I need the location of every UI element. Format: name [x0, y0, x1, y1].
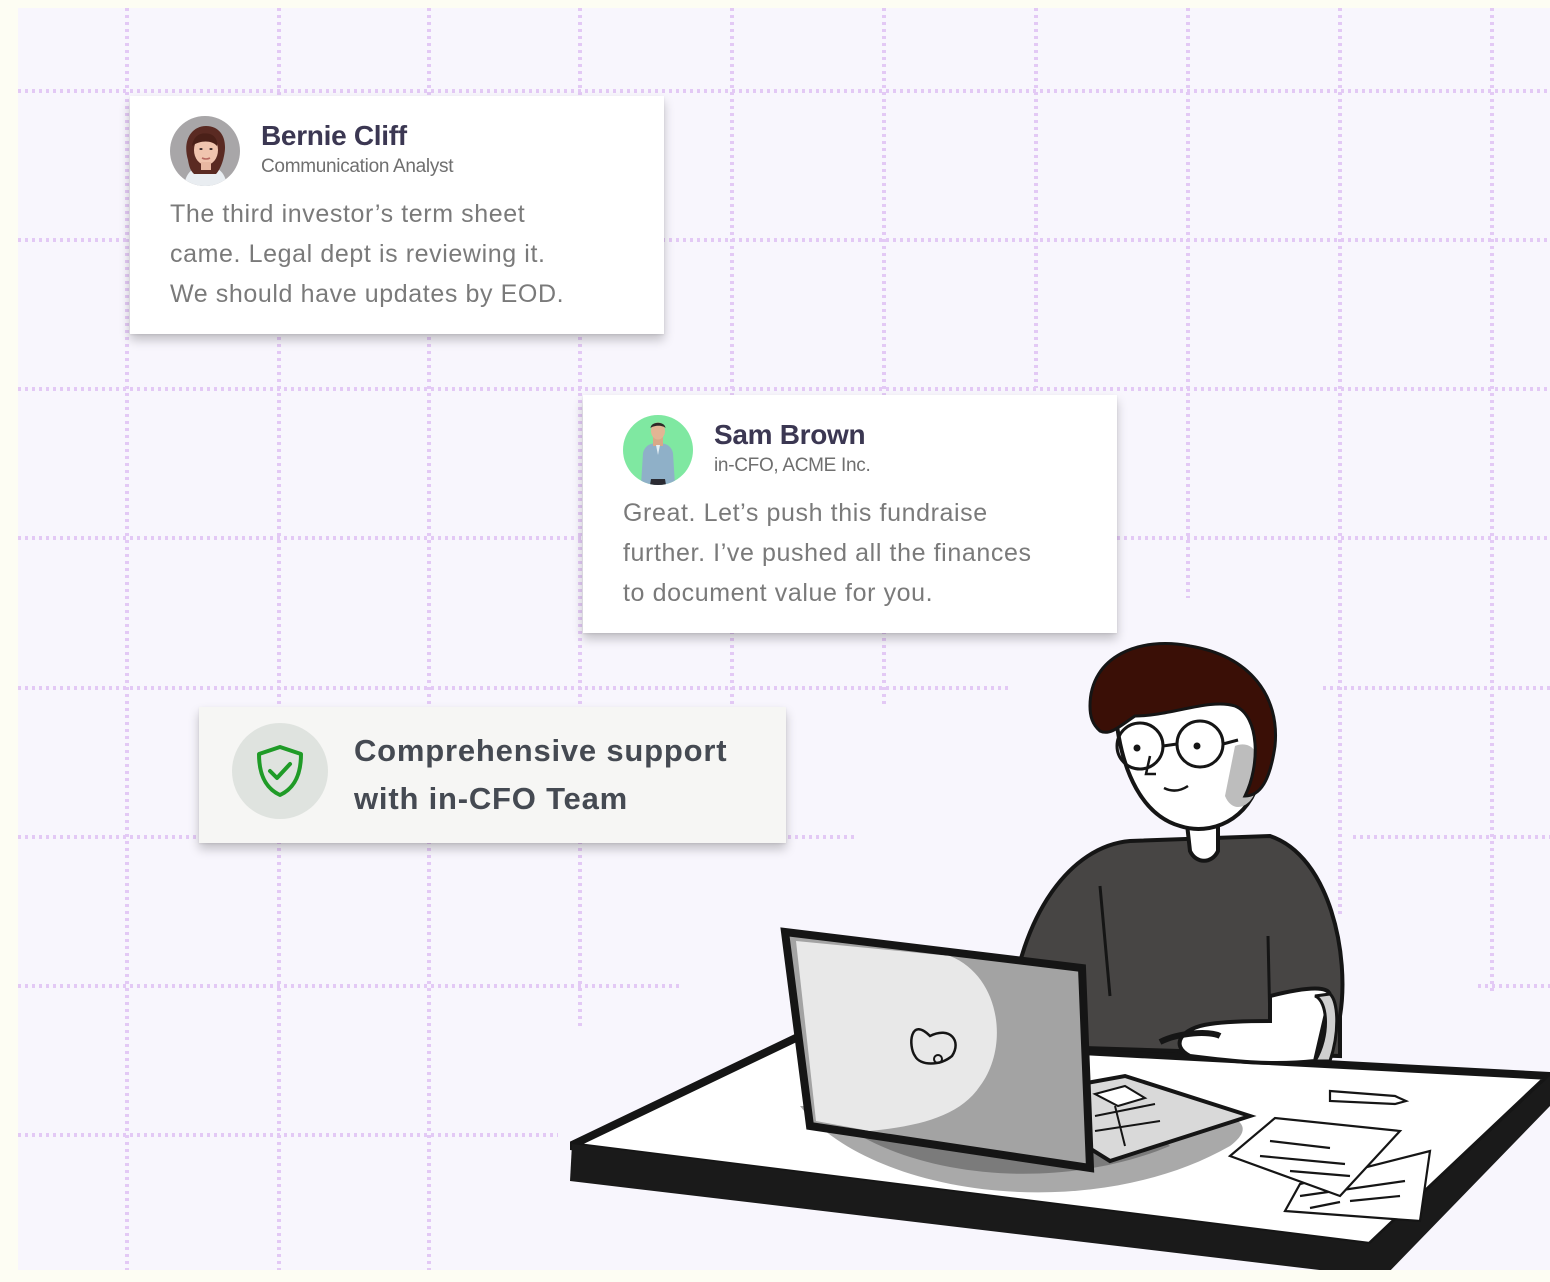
man-portrait-icon	[623, 415, 693, 485]
message-line: to document value for you.	[623, 579, 934, 607]
message-text: The third investor’s term sheet came. Le…	[170, 194, 564, 314]
shield-check-icon	[257, 745, 303, 797]
message-card-sam: Sam Brown in-CFO, ACME Inc. Great. Let’s…	[583, 395, 1117, 633]
avatar	[170, 116, 240, 186]
hero-canvas: Bernie Cliff Communication Analyst The t…	[18, 8, 1550, 1270]
sender-role: Communication Analyst	[261, 156, 454, 177]
message-line: came. Legal dept is reviewing it.	[170, 240, 546, 268]
sender-name: Sam Brown	[714, 419, 866, 450]
sender-role: in-CFO, ACME Inc.	[714, 455, 871, 476]
message-line: further. I’ve pushed all the finances	[623, 539, 1032, 567]
avatar	[623, 415, 693, 485]
message-card-bernie: Bernie Cliff Communication Analyst The t…	[130, 96, 664, 334]
message-text: Great. Let’s push this fundraise further…	[623, 493, 1032, 613]
message-line: Great. Let’s push this fundraise	[623, 499, 988, 527]
woman-portrait-icon	[170, 116, 240, 186]
person-at-laptop-illustration	[570, 642, 1550, 1270]
laptop-lid	[780, 927, 1095, 1173]
message-line: We should have updates by EOD.	[170, 280, 565, 308]
shield-badge	[232, 723, 328, 819]
message-line: The third investor’s term sheet	[170, 200, 526, 228]
sender-name: Bernie Cliff	[261, 120, 407, 151]
